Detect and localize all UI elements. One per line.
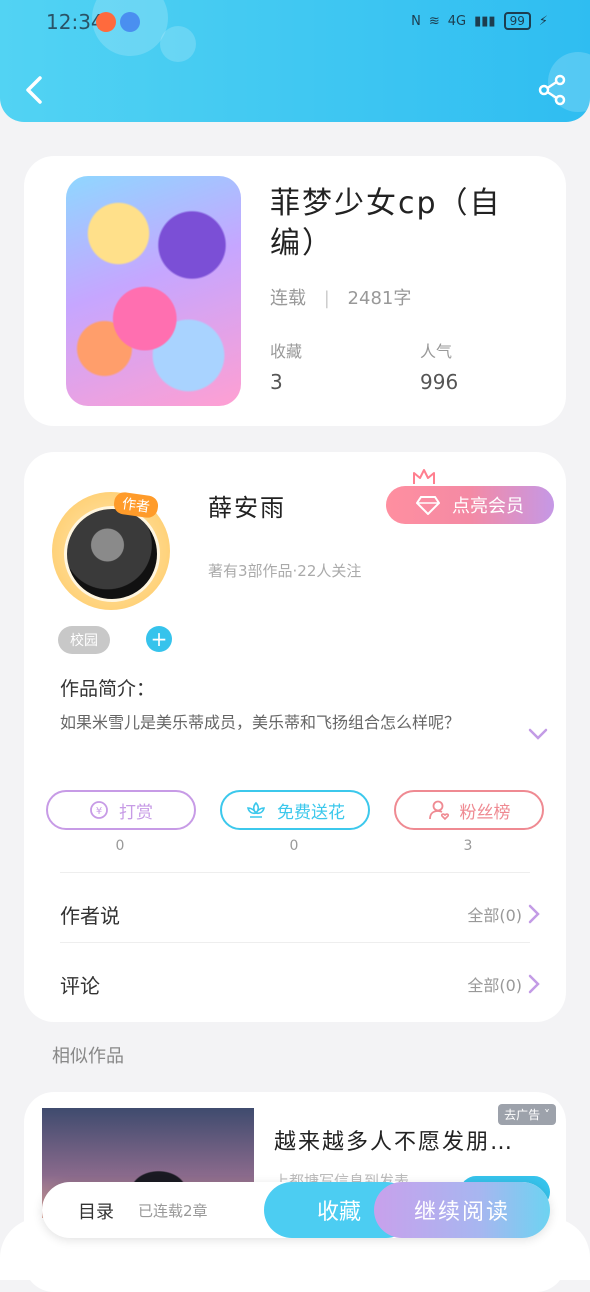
similar-works-heading: 相似作品 <box>52 1046 124 1067</box>
status-time: 12:34 <box>46 10 104 34</box>
book-word-count: 2481字 <box>347 288 412 309</box>
stat-label-favorites: 收藏 <box>270 342 303 361</box>
reward-count: 0 <box>115 838 125 854</box>
wifi-icon: ≋ <box>428 13 440 29</box>
intro-text: 如果米雪儿是美乐蒂成员，美乐蒂和飞扬组合怎么样呢？ <box>60 713 461 732</box>
charging-icon: ⚡ <box>538 13 548 29</box>
comments-label[interactable]: 评论 <box>60 970 100 999</box>
remove-ad-label: 去广告 <box>504 1108 541 1122</box>
share-icon[interactable] <box>536 74 568 106</box>
author-name[interactable]: 薛安雨 <box>208 488 286 523</box>
browser-icon <box>120 12 140 32</box>
bottom-action-bar: 目录 已连载2章 收藏 继续阅读 <box>42 1182 550 1238</box>
chevron-down-icon[interactable] <box>528 728 548 740</box>
book-status: 连载 <box>270 288 306 309</box>
author-notes-label[interactable]: 作者说 <box>60 900 120 929</box>
weibo-icon <box>96 12 116 32</box>
reward-label: 打赏 <box>119 802 153 823</box>
reward-button[interactable]: ¥ 打赏 <box>46 790 196 830</box>
book-meta: 连载 | 2481字 <box>270 284 411 310</box>
divider <box>60 872 530 873</box>
vip-button-label: 点亮会员 <box>452 496 524 517</box>
stat-value-popularity: 996 <box>420 370 459 394</box>
table-of-contents-button[interactable]: 目录 <box>78 1198 114 1224</box>
add-tag-button[interactable]: + <box>146 626 172 652</box>
nfc-icon: N <box>411 13 421 29</box>
author-card: 作者 薛安雨 著有3部作品·22人关注 点亮会员 校园 + 作品简介： 如果米雪… <box>24 452 566 1022</box>
divider <box>60 942 530 943</box>
author-avatar-frame[interactable]: 作者 <box>52 491 170 610</box>
vip-button[interactable]: 点亮会员 <box>386 486 554 524</box>
flower-icon <box>246 801 266 818</box>
chevron-right-icon <box>528 974 540 994</box>
genre-tag[interactable]: 校园 <box>58 626 110 654</box>
top-header: 12:34 N ≋ 4G ▮▮▮ 99 ⚡ <box>0 0 590 122</box>
similar-work-title: 越来越多人不愿发朋… <box>274 1130 515 1155</box>
book-info-card: 菲梦少女cp（自编） 连载 | 2481字 收藏 3 人气 996 <box>24 156 566 426</box>
signal-icon: ▮▮▮ <box>474 13 496 29</box>
user-heart-icon <box>428 800 449 821</box>
yuan-coin-icon: ¥ <box>90 801 108 819</box>
battery-icon: 99 <box>503 12 531 30</box>
back-arrow-icon[interactable] <box>20 74 48 106</box>
comments-count: 全部(0) <box>467 976 522 995</box>
svg-text:¥: ¥ <box>96 806 102 817</box>
avatar <box>64 506 160 602</box>
send-flower-label: 免费送花 <box>277 802 345 823</box>
stat-label-popularity: 人气 <box>420 342 453 361</box>
serial-progress: 已连载2章 <box>138 1202 208 1220</box>
diamond-icon <box>416 496 440 515</box>
fan-ranking-button[interactable]: 粉丝榜 <box>394 790 544 830</box>
intro-label: 作品简介： <box>60 678 156 700</box>
fan-ranking-label: 粉丝榜 <box>459 802 511 823</box>
meta-separator: | <box>323 288 330 309</box>
stat-value-favorites: 3 <box>270 370 283 394</box>
decorative-bubble <box>160 26 196 62</box>
flower-count: 0 <box>289 838 299 854</box>
fan-count: 3 <box>463 838 473 854</box>
author-notes-link[interactable]: 全部(0) <box>467 902 540 926</box>
crown-icon <box>413 469 435 484</box>
status-icons: N ≋ 4G ▮▮▮ 99 ⚡ <box>411 12 548 30</box>
remove-ad-button[interactable]: 去广告 ˅ <box>498 1104 556 1125</box>
comments-link[interactable]: 全部(0) <box>467 972 540 996</box>
author-summary: 著有3部作品·22人关注 <box>208 562 362 580</box>
author-notes-count: 全部(0) <box>467 906 522 925</box>
book-cover-image[interactable] <box>66 176 241 406</box>
book-title: 菲梦少女cp（自编） <box>270 186 502 261</box>
chevron-right-icon <box>528 904 540 924</box>
continue-reading-button[interactable]: 继续阅读 <box>374 1182 550 1238</box>
network-label: 4G <box>447 13 467 29</box>
send-flower-button[interactable]: 免费送花 <box>220 790 370 830</box>
